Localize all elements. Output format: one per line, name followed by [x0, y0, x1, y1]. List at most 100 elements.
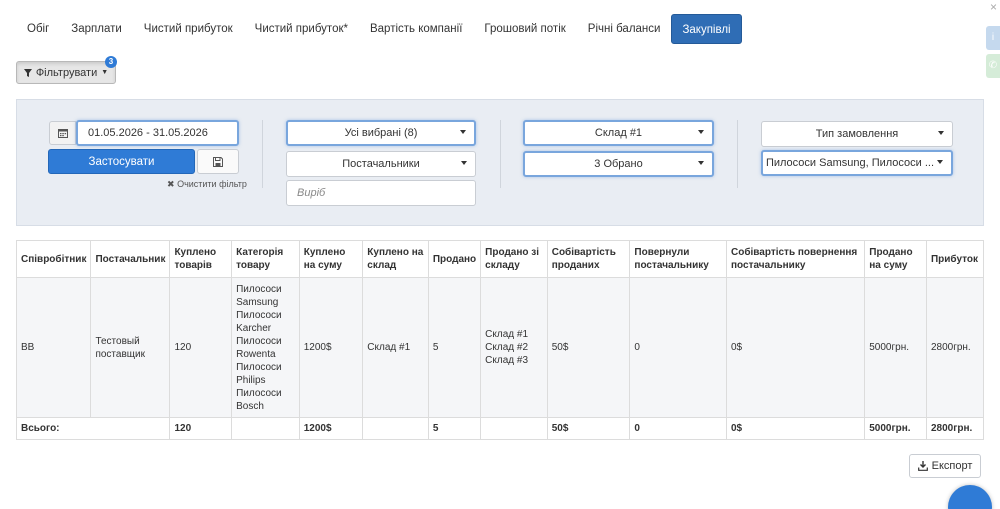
warehouse-dropdown[interactable]: Склад #1	[523, 120, 714, 146]
caret-down-icon	[698, 130, 704, 134]
sold-cell: 5	[427, 277, 482, 418]
tab-purchases[interactable]: Закупівлі	[671, 14, 742, 44]
warehouse-item: Склад #1	[485, 329, 529, 340]
info-icon[interactable]: i	[986, 26, 1000, 50]
close-icon[interactable]: ×	[990, 0, 997, 14]
filter-count-badge: 3	[105, 56, 117, 68]
column-header[interactable]: Постачальник	[90, 240, 171, 278]
separator	[737, 120, 738, 188]
category-cell: Пилососи Samsung Пилососи Karcher Пилосо…	[231, 277, 300, 418]
total-profit: 2800грн.	[925, 417, 985, 440]
save-filter-button[interactable]	[197, 149, 239, 174]
total-sold-sum: 5000грн.	[864, 417, 927, 440]
category-item: Пилососи Philips	[236, 361, 282, 386]
total-cost-sold: 50$	[546, 417, 631, 440]
warehouse-item: Склад #2	[485, 342, 529, 353]
chat-widget-button[interactable]	[948, 485, 992, 509]
filter-button-label: Фільтрувати	[35, 66, 98, 79]
filter-icon	[23, 68, 32, 77]
separator	[262, 120, 263, 188]
tab-net-profit[interactable]: Чистий прибуток	[133, 14, 244, 44]
total-empty-cell	[362, 417, 429, 440]
products-dropdown[interactable]: Пилососи Samsung, Пилососи ...	[761, 150, 953, 176]
all-selected-dropdown[interactable]: Усі вибрані (8)	[286, 120, 476, 146]
column-header[interactable]: Куплено на склад	[362, 240, 429, 278]
column-header[interactable]: Продано зі складу	[480, 240, 548, 278]
warehouse-item: Склад #3	[485, 355, 529, 366]
column-header[interactable]: Прибуток	[925, 240, 985, 278]
products-value: Пилососи Samsung, Пилососи ...	[765, 157, 935, 169]
caret-down-icon	[938, 131, 944, 135]
column-header[interactable]: Співробітник	[15, 240, 92, 278]
warehouse-value: Склад #1	[594, 127, 643, 139]
column-header[interactable]: Продано на суму	[864, 240, 927, 278]
date-range-input[interactable]: 01.05.2026 - 31.05.2026	[76, 120, 239, 146]
clear-filter-label: Очистити фільтр	[177, 179, 247, 189]
table-header-row: Співробітник Постачальник Куплено товарі…	[15, 240, 985, 278]
column-header[interactable]: Продано	[427, 240, 482, 278]
category-item: Пилососи Bosch	[236, 387, 282, 412]
caret-down-icon	[460, 130, 466, 134]
date-range-value: 01.05.2026 - 31.05.2026	[88, 127, 208, 139]
column-header[interactable]: Повернули постачальнику	[629, 240, 727, 278]
suppliers-dropdown[interactable]: Постачальники	[286, 151, 476, 177]
filter-panel: 01.05.2026 - 31.05.2026 Застосувати ✖ Оч…	[16, 99, 984, 226]
apply-button[interactable]: Застосувати	[48, 149, 195, 174]
suppliers-value: Постачальники	[342, 158, 420, 170]
sold-from-warehouse-cell: Склад #1 Склад #2 Склад #3	[480, 277, 548, 418]
total-bought-sum: 1200$	[298, 417, 364, 440]
bought-qty-cell: 120	[169, 277, 233, 418]
selected-count-value: 3 Обрано	[594, 158, 643, 170]
profit-cell: 2800грн.	[925, 277, 985, 418]
item-placeholder: Виріб	[297, 187, 326, 199]
total-label: Всього:	[15, 417, 171, 440]
column-header[interactable]: Куплено на суму	[298, 240, 364, 278]
column-header[interactable]: Куплено товарів	[169, 240, 233, 278]
caret-down-icon	[937, 160, 943, 164]
category-item: Пилососи Karcher	[236, 309, 282, 334]
clear-filter-link[interactable]: ✖ Очистити фільтр	[167, 179, 247, 190]
column-header[interactable]: Собівартість проданих	[546, 240, 631, 278]
supplier-cell: Тестовый поставщик	[90, 277, 171, 418]
report-tabs: Обіг Зарплати Чистий прибуток Чистий при…	[16, 14, 742, 44]
tab-cash-flow[interactable]: Грошовий потік	[473, 14, 576, 44]
bought-to-warehouse-cell: Склад #1	[362, 277, 429, 418]
caret-down-icon	[461, 161, 467, 165]
cost-returned-cell: 0$	[725, 277, 866, 418]
sold-sum-cell: 5000грн.	[864, 277, 927, 418]
all-selected-value: Усі вибрані (8)	[344, 127, 418, 139]
cost-sold-cell: 50$	[546, 277, 631, 418]
returned-cell: 0	[629, 277, 727, 418]
caret-down-icon: ▼	[101, 69, 109, 76]
item-input[interactable]: Виріб	[286, 180, 476, 206]
tab-annual-balances[interactable]: Річні баланси	[577, 14, 672, 44]
phone-icon[interactable]: ✆	[986, 54, 1000, 78]
column-header[interactable]: Собівартість повернення постачальнику	[725, 240, 866, 278]
table-row: ВВ Тестовый поставщик 120 Пилососи Samsu…	[15, 277, 985, 418]
order-type-dropdown[interactable]: Тип замовлення	[761, 121, 953, 147]
category-item: Пилососи Samsung	[236, 283, 282, 308]
column-header[interactable]: Категорія товару	[231, 240, 300, 278]
separator	[500, 120, 501, 188]
calendar-icon	[57, 129, 68, 138]
calendar-button[interactable]	[49, 121, 76, 145]
filter-toggle-button[interactable]: Фільтрувати ▼	[16, 61, 116, 84]
employee-cell: ВВ	[15, 277, 92, 418]
tab-company-value[interactable]: Вартість компанії	[359, 14, 473, 44]
total-empty-cell	[480, 417, 548, 440]
order-type-value: Тип замовлення	[815, 128, 899, 140]
tab-turnover[interactable]: Обіг	[16, 14, 60, 44]
total-cost-returned: 0$	[725, 417, 866, 440]
save-icon	[213, 156, 223, 167]
total-row: Всього: 120 1200$ 5 50$ 0 0$ 5000грн. 28…	[15, 417, 985, 440]
bought-sum-cell: 1200$	[298, 277, 364, 418]
download-icon	[917, 461, 928, 471]
total-returned: 0	[629, 417, 727, 440]
export-button[interactable]: Експорт	[909, 454, 981, 478]
total-bought-qty: 120	[169, 417, 233, 440]
total-sold: 5	[427, 417, 482, 440]
tab-salaries[interactable]: Зарплати	[60, 14, 133, 44]
tab-net-profit-star[interactable]: Чистий прибуток*	[244, 14, 359, 44]
selected-count-dropdown[interactable]: 3 Обрано	[523, 151, 714, 177]
category-item: Пилососи Rowenta	[236, 335, 282, 360]
